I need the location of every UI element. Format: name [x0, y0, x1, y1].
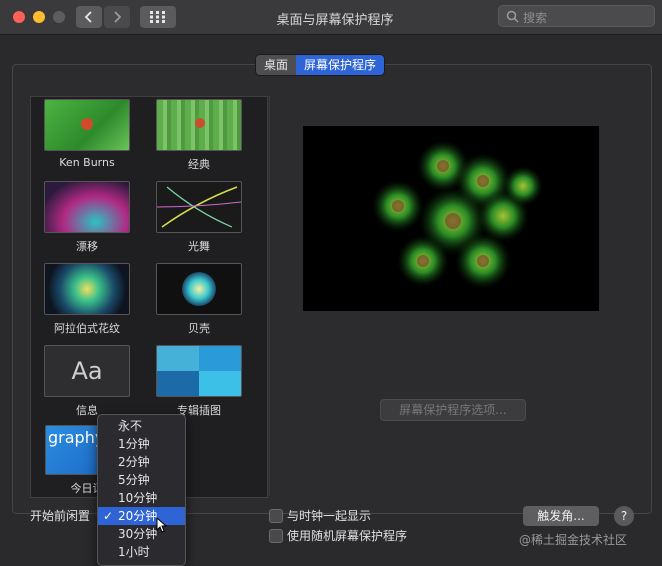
saver-shell[interactable]: 贝壳: [143, 263, 255, 336]
help-button[interactable]: ?: [614, 506, 634, 526]
screensaver-options-button[interactable]: 屏幕保护程序选项...: [380, 399, 526, 421]
saver-thumbnail: [156, 181, 242, 233]
menu-item-5min[interactable]: 5分钟: [98, 471, 185, 489]
saver-thumbnail: [156, 263, 242, 315]
tab-desktop[interactable]: 桌面: [256, 55, 297, 75]
random-saver-label: 使用随机屏幕保护程序: [287, 529, 408, 543]
menu-item-2min[interactable]: 2分钟: [98, 453, 185, 471]
mouse-cursor-icon: [156, 517, 168, 533]
window-title: 桌面与屏幕保护程序: [276, 13, 394, 28]
tab-screensaver[interactable]: 屏幕保护程序: [296, 55, 385, 75]
watermark: @稀土掘金技术社区: [519, 533, 628, 547]
menu-item-never[interactable]: 永不: [98, 417, 185, 435]
saver-label: 阿拉伯式花纹: [54, 322, 120, 335]
menu-item-10min[interactable]: 10分钟: [98, 489, 185, 507]
show-clock-label: 与时钟一起显示: [287, 509, 372, 523]
search-field[interactable]: 搜索: [498, 5, 655, 27]
menu-item-1min[interactable]: 1分钟: [98, 435, 185, 453]
start-after-label: 开始前闲置: [30, 509, 91, 523]
hot-corners-button[interactable]: 触发角...: [523, 506, 599, 526]
saver-label: 贝壳: [188, 322, 210, 335]
random-saver-checkbox[interactable]: [269, 529, 283, 543]
zoom-window-button[interactable]: [53, 11, 65, 23]
saver-thumbnail: [156, 99, 242, 151]
saver-flurry[interactable]: 光舞: [143, 181, 255, 254]
chevron-right-icon: [114, 11, 122, 23]
screensaver-preview: [303, 126, 599, 311]
saver-thumbnail: [44, 181, 130, 233]
saver-label: Ken Burns: [59, 156, 115, 169]
menu-item-30min[interactable]: 30分钟: [98, 525, 185, 543]
saver-thumbnail: [44, 99, 130, 151]
menu-item-20min[interactable]: ✓ 20分钟: [98, 507, 185, 525]
saver-label: 光舞: [188, 240, 210, 253]
saver-drift[interactable]: 漂移: [31, 181, 143, 254]
search-placeholder: 搜索: [523, 11, 548, 25]
grid-icon: [150, 11, 165, 23]
saver-thumbnail: [44, 263, 130, 315]
saver-label: 漂移: [76, 240, 98, 253]
saver-arabesque[interactable]: 阿拉伯式花纹: [31, 263, 143, 336]
saver-album-artwork[interactable]: 专辑插图: [143, 345, 255, 418]
saver-ken-burns[interactable]: Ken Burns: [31, 99, 143, 169]
show-clock-checkbox[interactable]: [269, 509, 283, 523]
saver-thumbnail: Aa: [44, 345, 130, 397]
show-all-button[interactable]: [140, 6, 176, 28]
forward-button[interactable]: [104, 6, 130, 28]
title-bar: 桌面与屏幕保护程序 搜索: [0, 0, 662, 35]
saver-classic[interactable]: 经典: [143, 99, 255, 172]
tab-bar: 桌面 屏幕保护程序: [255, 54, 386, 76]
saver-label: 经典: [188, 158, 210, 171]
close-window-button[interactable]: [13, 11, 25, 23]
saver-thumbnail: [156, 345, 242, 397]
shell-preview-graphic: [372, 140, 543, 289]
search-icon: [506, 10, 519, 23]
minimize-window-button[interactable]: [33, 11, 45, 23]
menu-item-1hour[interactable]: 1小时: [98, 543, 185, 561]
back-button[interactable]: [76, 6, 102, 28]
chevron-left-icon: [84, 11, 92, 23]
checkmark-icon: ✓: [103, 509, 114, 523]
idle-time-menu[interactable]: 永不 1分钟 2分钟 5分钟 10分钟 ✓ 20分钟 30分钟 1小时: [97, 414, 186, 566]
saver-message[interactable]: Aa 信息: [31, 345, 143, 418]
